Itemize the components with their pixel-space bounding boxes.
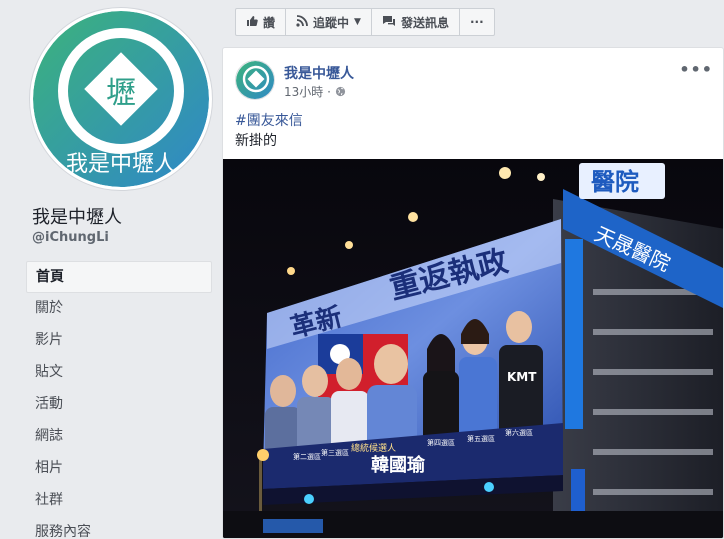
page-nav: 首頁 關於 影片 貼文 活動 網誌 相片 社群 服務內容 [26,261,212,539]
post-body: #團友來信 新掛的 [235,111,303,151]
district-3: 第三選區 [321,448,349,457]
nav-item-posts[interactable]: 貼文 [26,357,212,389]
candidate-label: 總統候選人 [351,442,396,454]
like-button[interactable]: 讚 [236,9,287,35]
hospital-sign-text: 醫院 [591,168,639,196]
dot-separator: · [327,85,335,99]
send-message-label: 發送訊息 [400,15,449,30]
page-logo: 壢 我是中壢人 [33,11,209,187]
post-hashtag[interactable]: #團友來信 [235,111,303,131]
post-author[interactable]: 我是中壢人 [284,63,354,83]
more-actions-label: ··· [469,15,484,29]
nav-item-events[interactable]: 活動 [26,389,212,421]
page-profile-picture[interactable]: 壢 我是中壢人 [30,8,212,190]
post-photo[interactable]: 天晟醫院 醫院 革新 重返執政 KMT 韓國瑜 總統候選人 第二選區 第三選區 … [223,159,723,538]
page-action-bar: 讚 追蹤中 ▼ 發送訊息 ··· [235,8,495,36]
candidate-name: 韓國瑜 [371,454,426,476]
district-6: 第六選區 [505,428,533,437]
post-meta: 13小時 · [284,83,346,100]
page-name[interactable]: 我是中壢人 [32,203,122,229]
nav-item-notes[interactable]: 網誌 [26,421,212,453]
globe-icon [335,85,346,99]
logo-char: 壢 [106,76,136,111]
nav-item-services[interactable]: 服務內容 [26,517,212,539]
post-card: 我是中壢人 13小時 · ••• #團友來信 新掛的 天晟醫院 醫院 革新 重返… [222,47,724,539]
post-text: 新掛的 [235,133,277,149]
avatar-logo [236,61,274,99]
nav-item-home[interactable]: 首頁 [26,261,212,293]
post-timestamp[interactable]: 13小時 [284,85,323,99]
nav-item-photos[interactable]: 相片 [26,453,212,485]
page-handle[interactable]: @iChungLi [32,230,109,245]
chevron-down-icon: ▼ [354,17,361,27]
district-2: 第二選區 [293,452,321,461]
rss-icon [296,14,308,30]
like-label: 讚 [263,15,276,30]
thumbs-up-icon [246,15,258,30]
message-icon [382,15,396,30]
more-actions-button[interactable]: ··· [460,9,494,35]
post-options-button[interactable]: ••• [679,60,713,79]
follow-label: 追蹤中 [313,15,350,30]
left-sidebar: 壢 我是中壢人 我是中壢人 @iChungLi 首頁 關於 影片 貼文 活動 網… [0,0,222,539]
nav-item-community[interactable]: 社群 [26,485,212,517]
follow-button[interactable]: 追蹤中 ▼ [286,9,372,35]
logo-text: 我是中壢人 [66,152,176,177]
shirt-text: KMT [507,370,537,384]
send-message-button[interactable]: 發送訊息 [372,9,460,35]
nav-item-videos[interactable]: 影片 [26,325,212,357]
billboard-photo: 天晟醫院 醫院 革新 重返執政 KMT 韓國瑜 總統候選人 第二選區 第三選區 … [223,159,723,538]
nav-item-about[interactable]: 關於 [26,293,212,325]
district-5: 第五選區 [467,434,495,443]
district-4: 第四選區 [427,438,455,447]
post-author-avatar[interactable] [235,60,275,100]
